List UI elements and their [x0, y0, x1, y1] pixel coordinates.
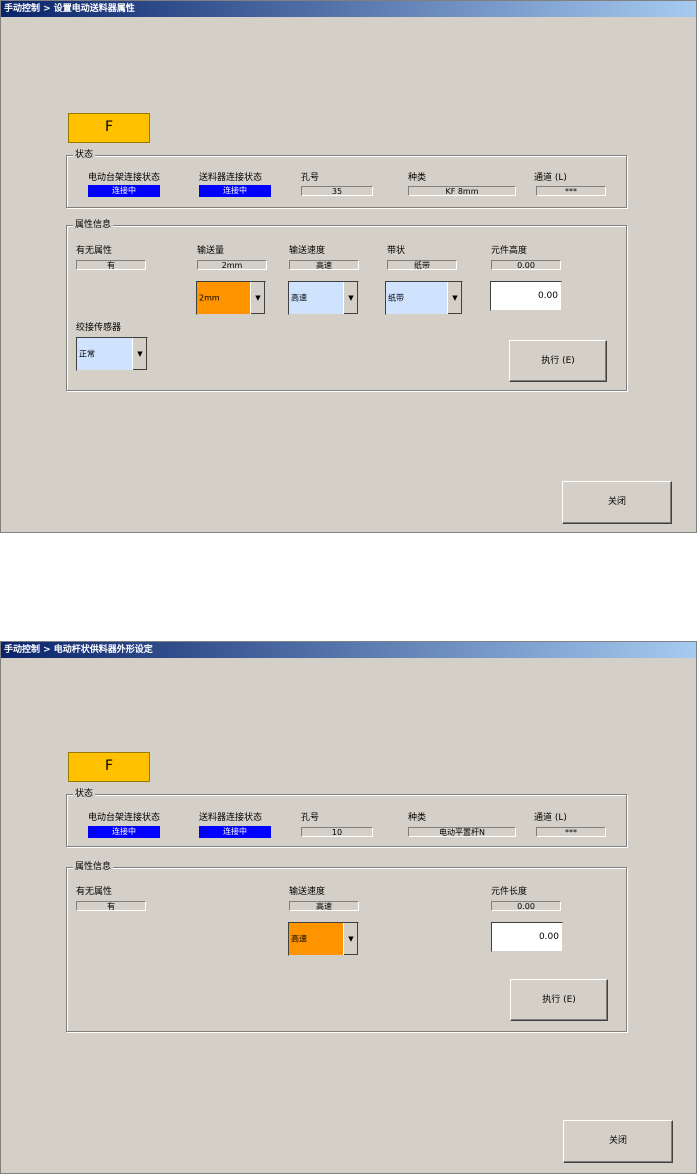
kind-value: KF 8mm: [408, 186, 516, 196]
feed-speed-label: 输送速度: [289, 887, 326, 897]
rack-connection-label: 电动台架连接状态: [88, 173, 161, 183]
feed-speed-select[interactable]: 高速 ▼: [288, 922, 359, 956]
kind-label: 种类: [408, 813, 427, 823]
presence-label: 有无属性: [76, 246, 113, 256]
kind-label: 种类: [408, 173, 427, 183]
status-legend: 状态: [73, 788, 96, 800]
splice-sensor-select-value: 正常: [79, 349, 95, 359]
channel-value: ***: [536, 186, 606, 196]
hole-number-label: 孔号: [301, 813, 320, 823]
tape-select[interactable]: 纸带 ▼: [385, 281, 463, 315]
feed-speed-select-value: 高速: [291, 293, 307, 303]
splice-sensor-label: 绞接传感器: [76, 323, 122, 333]
rack-connection-status: 连接中: [88, 826, 160, 838]
feed-amount-value: 2mm: [197, 260, 267, 270]
attribute-group: 属性信息 有无属性 有 输送量 2mm 2mm ▼ 输送速度 高速 高速 ▼ 带…: [66, 219, 627, 391]
window-rod-feeder-shape: 手动控制 > 电动杆状供料器外形设定 F 状态 电动台架连接状态 连接中 送料器…: [0, 641, 697, 1174]
chevron-down-icon: ▼: [452, 294, 458, 302]
rack-connection-label: 电动台架连接状态: [88, 813, 161, 823]
hole-number-value: 10: [301, 827, 373, 837]
feed-speed-select-value: 高速: [291, 934, 307, 944]
attribute-legend: 属性信息: [73, 219, 114, 231]
splice-sensor-dropdown-button[interactable]: ▼: [132, 338, 147, 370]
window-title: 手动控制 > 设置电动送料器属性: [1, 1, 696, 17]
execute-button[interactable]: 执行 (E): [509, 340, 607, 382]
height-value: 0.00: [491, 260, 561, 270]
length-input[interactable]: 0.00: [491, 922, 563, 952]
feeder-connection-label: 送料器连接状态: [199, 173, 263, 183]
feed-speed-value: 高速: [289, 901, 359, 911]
feed-speed-value: 高速: [289, 260, 359, 270]
feed-speed-dropdown-button[interactable]: ▼: [343, 923, 358, 955]
feed-amount-select[interactable]: 2mm ▼: [196, 281, 266, 315]
splice-sensor-select[interactable]: 正常 ▼: [76, 337, 148, 371]
execute-button[interactable]: 执行 (E): [510, 979, 608, 1021]
rack-connection-status: 连接中: [88, 185, 160, 197]
tape-label: 带状: [387, 246, 406, 256]
status-legend: 状态: [73, 149, 96, 161]
presence-value: 有: [76, 260, 146, 270]
tape-dropdown-button[interactable]: ▼: [447, 282, 462, 314]
length-value: 0.00: [491, 901, 561, 911]
channel-label: 通道 (L): [534, 813, 567, 823]
feed-amount-dropdown-button[interactable]: ▼: [250, 282, 265, 314]
feed-speed-label: 输送速度: [289, 246, 326, 256]
feed-amount-label: 输送量: [197, 246, 225, 256]
presence-label: 有无属性: [76, 887, 113, 897]
feed-speed-dropdown-button[interactable]: ▼: [343, 282, 358, 314]
status-group: 状态 电动台架连接状态 连接中 送料器连接状态 连接中 孔号 35 种类 KF …: [66, 149, 627, 208]
status-group: 状态 电动台架连接状态 连接中 送料器连接状态 连接中 孔号 10 种类 电动平…: [66, 788, 627, 847]
length-label: 元件长度: [491, 887, 528, 897]
height-label: 元件高度: [491, 246, 528, 256]
attribute-legend: 属性信息: [73, 861, 114, 873]
attribute-group: 属性信息 有无属性 有 输送速度 高速 高速 ▼ 元件长度 0.00 0.00 …: [66, 861, 627, 1032]
tape-select-value: 纸带: [388, 293, 404, 303]
close-button[interactable]: 关闭: [563, 1120, 673, 1163]
window-title: 手动控制 > 电动杆状供料器外形设定: [1, 642, 696, 658]
feeder-badge: F: [68, 113, 150, 143]
feeder-badge: F: [68, 752, 150, 782]
chevron-down-icon: ▼: [255, 294, 261, 302]
close-button[interactable]: 关闭: [562, 481, 672, 524]
tape-value: 纸带: [387, 260, 457, 270]
feeder-connection-status: 连接中: [199, 185, 271, 197]
channel-value: ***: [536, 827, 606, 837]
kind-value: 电动平置杆N: [408, 827, 516, 837]
chevron-down-icon: ▼: [348, 294, 354, 302]
presence-value: 有: [76, 901, 146, 911]
feed-speed-select[interactable]: 高速 ▼: [288, 281, 359, 315]
window-set-electric-feeder: 手动控制 > 设置电动送料器属性 F 状态 电动台架连接状态 连接中 送料器连接…: [0, 0, 697, 533]
feed-amount-select-value: 2mm: [199, 293, 220, 303]
feeder-connection-label: 送料器连接状态: [199, 813, 263, 823]
hole-number-label: 孔号: [301, 173, 320, 183]
channel-label: 通道 (L): [534, 173, 567, 183]
hole-number-value: 35: [301, 186, 373, 196]
feeder-connection-status: 连接中: [199, 826, 271, 838]
chevron-down-icon: ▼: [137, 350, 143, 358]
chevron-down-icon: ▼: [348, 935, 354, 943]
height-input[interactable]: 0.00: [490, 281, 562, 311]
